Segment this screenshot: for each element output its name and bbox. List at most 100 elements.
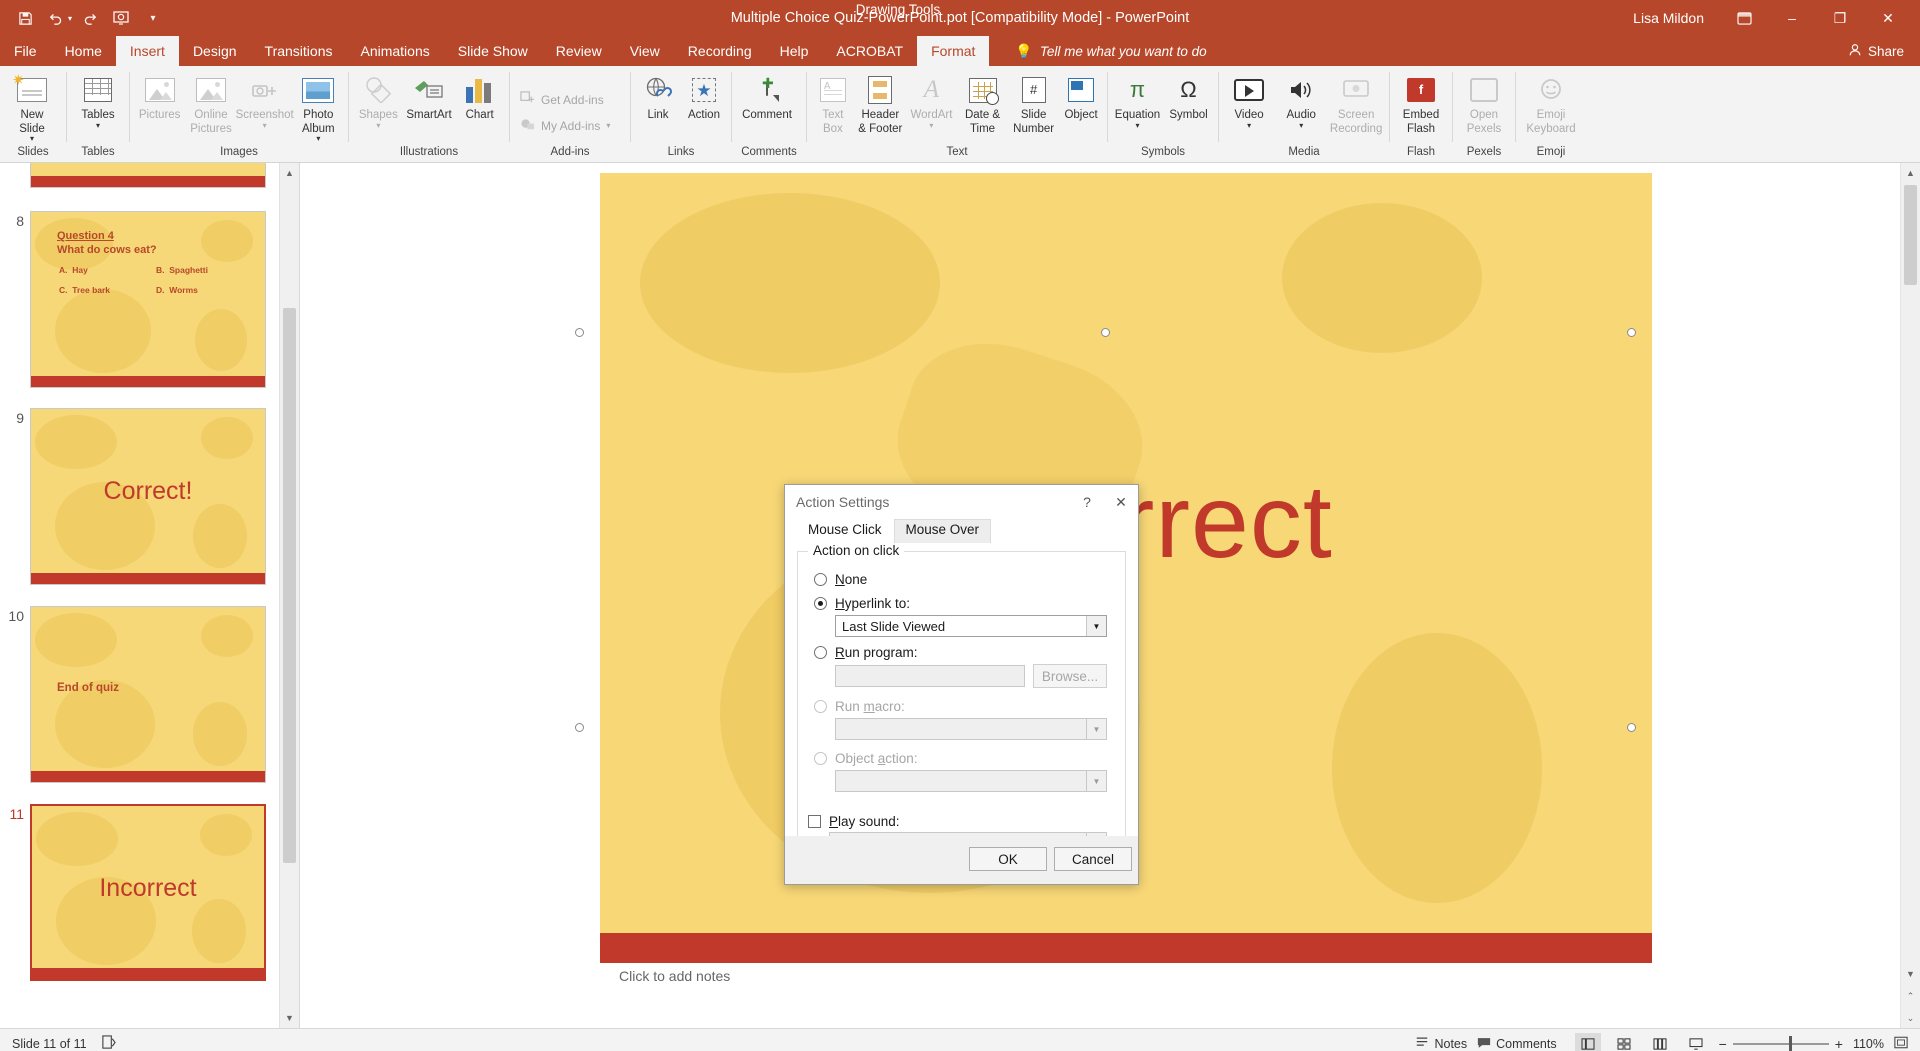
option-run-program-row[interactable]: Run program: [798,645,1125,660]
tell-me-search[interactable]: 💡 Tell me what you want to do [1015,36,1206,66]
accessibility-icon[interactable] [101,1034,116,1051]
selection-handle-top-right[interactable] [1627,328,1636,337]
tab-animations[interactable]: Animations [346,36,443,66]
table-button[interactable]: Tables ▾ [71,71,125,131]
slide-number-button[interactable]: # Slide Number [1008,71,1059,138]
tab-help[interactable]: Help [766,36,823,66]
shapes-button[interactable]: Shapes ▾ [353,71,404,131]
radio-run-program[interactable] [814,646,827,659]
embed-flash-button[interactable]: f Embed Flash [1394,71,1448,138]
tab-view[interactable]: View [616,36,674,66]
pictures-button[interactable]: Pictures [134,71,185,125]
open-pexels-button[interactable]: Open Pexels [1457,71,1511,138]
tab-format[interactable]: Format [917,36,990,66]
object-button[interactable]: Object [1059,71,1103,125]
minimize-button[interactable]: – [1770,3,1814,33]
next-slide-icon[interactable]: ⌄ [1901,1008,1920,1028]
start-presentation-icon[interactable] [106,4,136,32]
video-button[interactable]: Video ▾ [1223,71,1275,131]
run-program-input[interactable] [835,665,1025,687]
slide-thumbnail[interactable] [30,163,266,188]
chevron-down-icon[interactable]: ▼ [1086,616,1106,636]
slide-thumbnail-pane[interactable]: 8 Question 4 What do cows eat? A. Hay B.… [0,163,300,1028]
thumbnail-row-10[interactable]: 10 End of quiz [0,606,277,783]
thumbnail-row-8[interactable]: 8 Question 4 What do cows eat? A. Hay B.… [0,211,277,388]
slide-sorter-icon[interactable] [1611,1033,1637,1051]
customize-qat-icon[interactable]: ▾ [138,4,168,32]
my-addins-button[interactable]: My Add-ins ▾ [514,113,616,139]
tab-acrobat[interactable]: ACROBAT [822,36,917,66]
share-button[interactable]: Share [1848,36,1904,66]
scroll-up-icon[interactable]: ▲ [1901,163,1920,183]
cancel-button[interactable]: Cancel [1054,847,1132,871]
smartart-button[interactable]: SmartArt [404,71,455,125]
slide-pane-scrollbar[interactable]: ▲ ▼ ⌃ ⌄ [1900,163,1920,1028]
chart-button[interactable]: Chart [454,71,505,125]
zoom-slider[interactable]: − + 110% [1719,1035,1908,1051]
tab-mouse-click[interactable]: Mouse Click [796,519,894,543]
scrollbar-thumb[interactable] [1904,185,1917,285]
tab-recording[interactable]: Recording [674,36,766,66]
photo-album-button[interactable]: Photo Album ▾ [293,71,344,144]
scrollbar-thumb[interactable] [283,308,296,863]
comment-button[interactable]: ✚ Comment [736,71,798,125]
browse-button[interactable]: Browse... [1033,664,1107,688]
text-box-button[interactable]: A Text Box [811,71,855,138]
notes-button[interactable]: Notes [1415,1036,1467,1051]
tab-transitions[interactable]: Transitions [251,36,347,66]
chevron-down-icon[interactable]: ▾ [1135,121,1139,129]
audio-button[interactable]: Audio ▾ [1275,71,1327,131]
slide-thumbnail-9[interactable]: Correct! [30,408,266,585]
zoom-track[interactable] [1732,1035,1829,1051]
notes-placeholder[interactable]: Click to add notes [601,968,1900,1008]
zoom-out-button[interactable]: − [1719,1036,1727,1051]
tab-design[interactable]: Design [179,36,251,66]
chevron-down-icon[interactable]: ▾ [96,121,100,129]
chevron-down-icon[interactable]: ▾ [263,121,267,129]
selection-handle-middle-right[interactable] [1627,723,1636,732]
chevron-down-icon[interactable]: ▾ [30,135,34,143]
equation-button[interactable]: π Equation ▾ [1112,71,1163,131]
undo-icon[interactable] [42,4,72,32]
selection-handle-top-left[interactable] [575,328,584,337]
zoom-knob[interactable] [1788,1035,1792,1051]
slide-show-icon[interactable] [1683,1033,1709,1051]
thumbnail-scrollbar[interactable]: ▲ ▼ [279,163,299,1028]
zoom-level-label[interactable]: 110% [1853,1037,1884,1051]
ok-button[interactable]: OK [969,847,1047,871]
option-none-row[interactable]: None [798,572,1125,587]
link-button[interactable]: Link [635,71,681,125]
previous-slide-icon[interactable]: ⌃ [1901,986,1920,1006]
chevron-down-icon[interactable]: ▾ [1299,121,1303,129]
action-button[interactable]: ★ Action [681,71,727,125]
close-button[interactable]: ✕ [1866,3,1910,33]
normal-view-icon[interactable] [1574,1032,1601,1051]
selection-handle-middle-left[interactable] [575,723,584,732]
online-pictures-button[interactable]: Online Pictures [185,71,236,138]
chevron-down-icon[interactable]: ▾ [606,122,610,130]
selection-handle-top-center[interactable] [1101,328,1110,337]
reading-view-icon[interactable] [1647,1033,1673,1051]
chevron-down-icon[interactable]: ▾ [929,121,933,129]
play-sound-row[interactable]: Play sound: [798,814,1125,829]
header-footer-button[interactable]: Header & Footer [855,71,906,138]
option-hyperlink-row[interactable]: Hyperlink to: [798,596,1125,611]
ribbon-display-options-icon[interactable] [1722,3,1766,33]
user-account-name[interactable]: Lisa Mildon [1633,10,1704,26]
date-time-button[interactable]: Date & Time [957,71,1008,138]
chevron-down-icon[interactable]: ▾ [1247,121,1251,129]
hyperlink-target-combobox[interactable]: Last Slide Viewed ▼ [835,615,1107,637]
get-addins-button[interactable]: Get Add-ins [514,87,610,113]
tab-mouse-over[interactable]: Mouse Over [893,519,992,543]
maximize-restore-button[interactable]: ❐ [1818,3,1862,33]
slide-thumbnail-10[interactable]: End of quiz [30,606,266,783]
checkbox-play-sound[interactable] [808,815,821,828]
radio-none[interactable] [814,573,827,586]
zoom-in-button[interactable]: + [1835,1036,1843,1051]
chevron-down-icon[interactable]: ▾ [376,121,380,129]
thumbnail-row-partial[interactable] [0,163,277,188]
symbol-button[interactable]: Ω Symbol [1163,71,1214,125]
screenshot-button[interactable]: Screenshot ▾ [236,71,294,131]
fit-to-window-icon[interactable] [1894,1036,1908,1051]
scroll-down-icon[interactable]: ▼ [1901,964,1920,984]
